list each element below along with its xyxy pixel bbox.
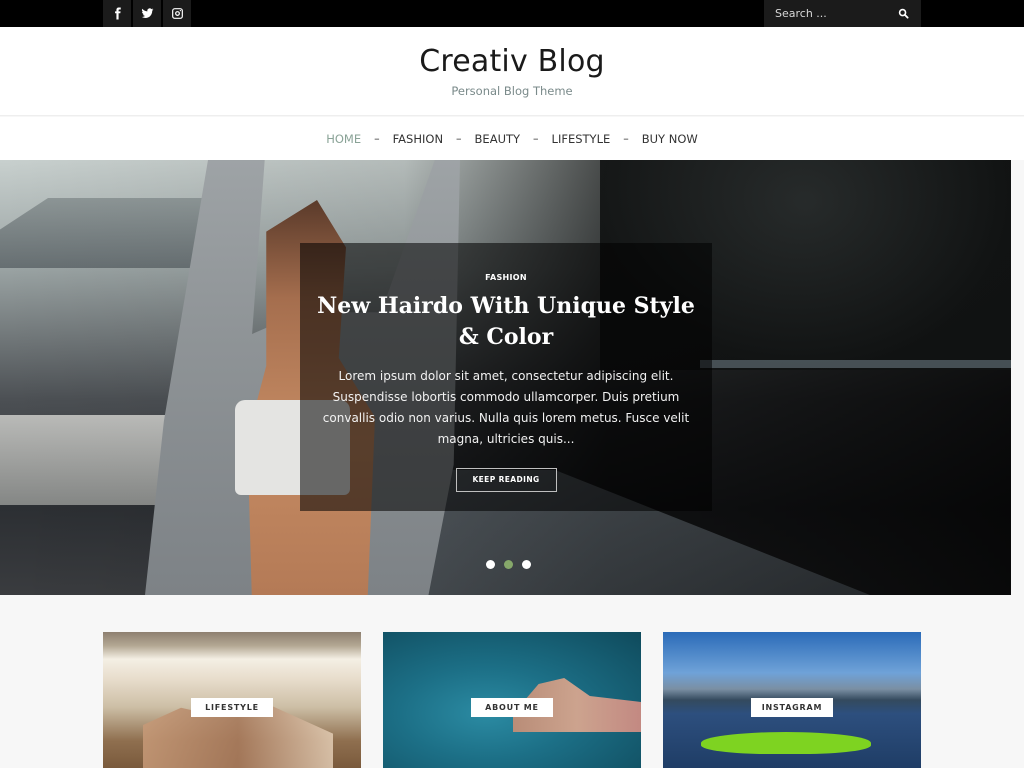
nav-separator: – [533,132,539,145]
slider-pagination [486,560,531,569]
nav-item-buy-now[interactable]: BUY NOW [642,132,698,146]
search-icon [898,8,909,19]
facebook-icon [114,7,121,20]
slide-image-boat [0,415,175,505]
search-button[interactable] [889,0,917,27]
keep-reading-button[interactable]: KEEP READING [455,468,557,492]
promo-box-lifestyle[interactable]: LIFESTYLE [103,632,361,768]
search-input[interactable] [764,0,889,27]
social-links [103,0,191,27]
slide-category[interactable]: FASHION [300,273,712,282]
slide-caption: FASHION New Hairdo With Unique Style & C… [300,243,712,511]
main-navigation: HOME – FASHION – BEAUTY – LIFESTYLE – BU… [0,117,1024,160]
promo-box-about-me[interactable]: ABOUT ME [383,632,641,768]
nav-separator: – [374,132,380,145]
site-header: Creativ Blog Personal Blog Theme [0,27,1024,116]
instagram-icon [171,8,183,19]
promo-label: ABOUT ME [471,698,553,717]
promo-image [143,699,333,768]
slide-image-rail [700,360,1011,368]
nav-separator: – [623,132,629,145]
search-form [764,0,921,27]
slide-title[interactable]: New Hairdo With Unique Style & Color [316,291,696,353]
featured-slider: FASHION New Hairdo With Unique Style & C… [0,160,1011,595]
promo-box-instagram[interactable]: INSTAGRAM [663,632,921,768]
promo-label: INSTAGRAM [751,698,833,717]
nav-separator: – [456,132,462,145]
slide-excerpt: Lorem ipsum dolor sit amet, consectetur … [322,369,690,446]
nav-item-beauty[interactable]: BEAUTY [475,132,521,146]
nav-item-home[interactable]: HOME [326,132,361,146]
slider-dot-2[interactable] [504,560,513,569]
facebook-link[interactable] [103,0,131,27]
site-title[interactable]: Creativ Blog [0,44,1024,80]
twitter-icon [141,8,153,18]
nav-item-fashion[interactable]: FASHION [393,132,443,146]
slider-dot-3[interactable] [522,560,531,569]
top-bar [0,0,1024,27]
slider-dot-1[interactable] [486,560,495,569]
site-tagline: Personal Blog Theme [451,84,573,98]
nav-item-lifestyle[interactable]: LIFESTYLE [552,132,611,146]
promo-image [701,732,871,754]
promo-label: LIFESTYLE [191,698,273,717]
twitter-link[interactable] [133,0,161,27]
instagram-link[interactable] [163,0,191,27]
